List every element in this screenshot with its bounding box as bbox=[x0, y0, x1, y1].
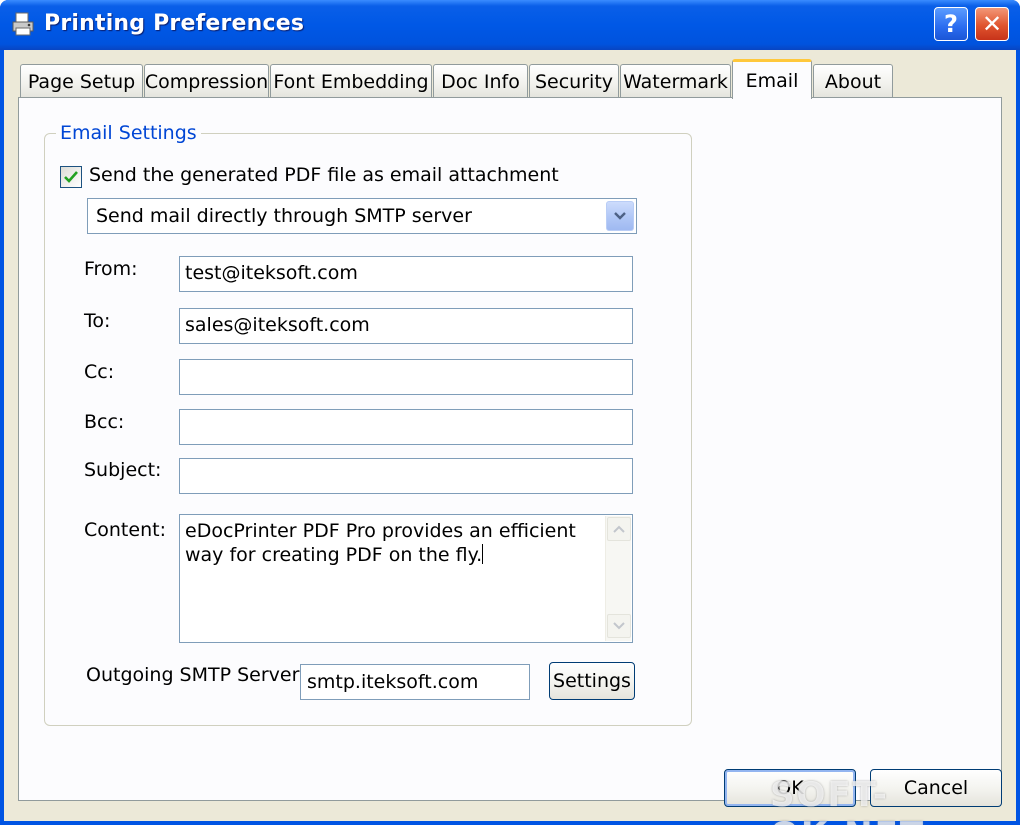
dropdown-arrow-button[interactable] bbox=[606, 201, 634, 231]
content-text: eDocPrinter PDF Pro provides an efficien… bbox=[185, 519, 600, 567]
content-label: Content: bbox=[84, 519, 166, 541]
cc-label: Cc: bbox=[84, 361, 115, 383]
bcc-label: Bcc: bbox=[84, 411, 125, 433]
tab-compression[interactable]: Compression bbox=[144, 64, 269, 98]
close-button[interactable]: ✕ bbox=[975, 7, 1009, 41]
content-value: eDocPrinter PDF Pro provides an efficien… bbox=[185, 520, 576, 566]
tab-watermark[interactable]: Watermark bbox=[620, 64, 731, 98]
site-watermark: SOFT-OK.NET bbox=[770, 775, 923, 825]
window-title: Printing Preferences bbox=[44, 11, 305, 36]
cc-field[interactable] bbox=[179, 359, 633, 395]
scroll-up-button[interactable] bbox=[607, 517, 631, 541]
printer-icon bbox=[12, 12, 34, 36]
to-label: To: bbox=[84, 310, 111, 332]
dialog-client-area: Page Setup Compression Font Embedding Do… bbox=[4, 50, 1016, 821]
from-label: From: bbox=[84, 258, 138, 280]
email-settings-title: Email Settings bbox=[56, 122, 201, 144]
tab-doc-info[interactable]: Doc Info bbox=[433, 64, 528, 98]
tab-page-setup[interactable]: Page Setup bbox=[20, 64, 143, 98]
help-button[interactable]: ? bbox=[934, 7, 968, 41]
checkmark-icon bbox=[64, 171, 78, 183]
smtp-settings-button[interactable]: Settings bbox=[549, 662, 635, 700]
bcc-field[interactable] bbox=[179, 409, 633, 445]
printing-preferences-window: Printing Preferences ? ✕ Page Setup Comp… bbox=[0, 0, 1020, 825]
tab-email[interactable]: Email bbox=[732, 59, 812, 99]
subject-label: Subject: bbox=[84, 459, 162, 481]
text-caret bbox=[482, 544, 484, 564]
chevron-up-icon bbox=[613, 525, 625, 533]
subject-field[interactable] bbox=[179, 458, 633, 494]
smtp-server-label: Outgoing SMTP Server bbox=[86, 664, 300, 686]
content-textarea[interactable]: eDocPrinter PDF Pro provides an efficien… bbox=[179, 514, 633, 643]
to-field[interactable]: sales@iteksoft.com bbox=[179, 308, 633, 344]
content-scrollbar[interactable] bbox=[605, 516, 631, 641]
smtp-server-field[interactable]: smtp.iteksoft.com bbox=[300, 664, 530, 700]
send-method-value: Send mail directly through SMTP server bbox=[96, 205, 472, 227]
scroll-down-button[interactable] bbox=[607, 614, 631, 638]
tab-font-embedding[interactable]: Font Embedding bbox=[270, 64, 432, 98]
tab-security[interactable]: Security bbox=[529, 64, 619, 98]
title-bar[interactable]: Printing Preferences ? ✕ bbox=[0, 0, 1020, 50]
chevron-down-icon bbox=[614, 212, 626, 220]
chevron-down-icon bbox=[613, 622, 625, 630]
tab-about[interactable]: About bbox=[813, 64, 893, 98]
attach-pdf-label[interactable]: Send the generated PDF file as email att… bbox=[89, 164, 559, 186]
from-field[interactable]: test@iteksoft.com bbox=[179, 256, 633, 292]
send-method-dropdown[interactable]: Send mail directly through SMTP server bbox=[87, 198, 637, 234]
attach-pdf-checkbox[interactable] bbox=[60, 166, 82, 188]
